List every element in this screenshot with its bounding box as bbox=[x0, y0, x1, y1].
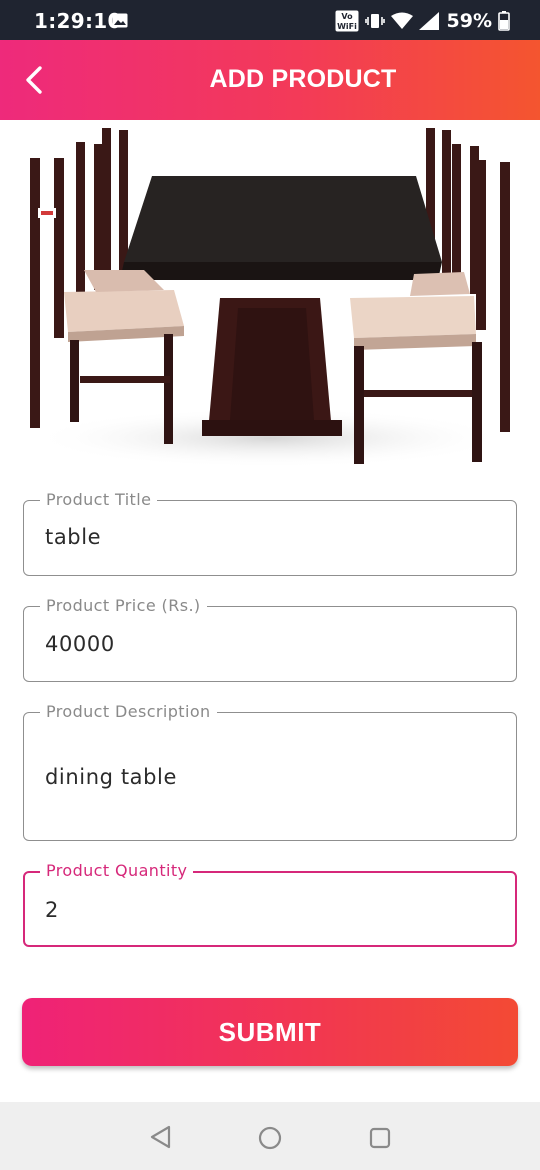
product-price-label: Product Price (Rs.) bbox=[40, 596, 207, 615]
product-description-input[interactable]: dining table bbox=[45, 765, 177, 789]
nav-home-icon[interactable] bbox=[257, 1125, 283, 1151]
vibrate-icon bbox=[364, 14, 385, 28]
status-bar: 1:29:10 Vo WiFi 59% bbox=[0, 0, 540, 40]
system-nav-bar bbox=[0, 1102, 540, 1170]
battery-percent: 59% bbox=[446, 10, 492, 32]
svg-text:WiFi: WiFi bbox=[337, 22, 357, 31]
product-price-input[interactable]: 40000 bbox=[45, 632, 115, 656]
product-quantity-input[interactable]: 2 bbox=[45, 898, 59, 922]
wifi-icon bbox=[390, 12, 413, 29]
product-description-label: Product Description bbox=[40, 702, 217, 721]
nav-recents-icon[interactable] bbox=[368, 1126, 392, 1150]
page-title: ADD PRODUCT bbox=[209, 65, 397, 93]
product-price-field[interactable]: Product Price (Rs.) 40000 bbox=[23, 596, 517, 682]
app-bar: ADD PRODUCT bbox=[0, 40, 540, 120]
status-time: 1:29:10 bbox=[34, 9, 122, 33]
product-quantity-field[interactable]: Product Quantity 2 bbox=[23, 861, 517, 947]
svg-text:Vo: Vo bbox=[341, 12, 353, 21]
gallery-icon bbox=[112, 13, 128, 28]
product-title-label: Product Title bbox=[40, 490, 158, 509]
product-title-input[interactable]: table bbox=[45, 525, 101, 549]
product-image[interactable] bbox=[24, 120, 516, 472]
status-icons: Vo WiFi 59% bbox=[335, 8, 510, 34]
submit-button[interactable]: SUBMIT bbox=[22, 998, 518, 1066]
volte-wifi-icon: Vo WiFi bbox=[335, 10, 359, 32]
product-quantity-label: Product Quantity bbox=[40, 861, 194, 880]
signal-icon bbox=[418, 12, 439, 30]
nav-back-icon[interactable] bbox=[148, 1124, 174, 1150]
battery-icon bbox=[498, 11, 510, 31]
product-title-field[interactable]: Product Title table bbox=[23, 490, 517, 576]
product-description-field[interactable]: Product Description dining table bbox=[23, 702, 517, 841]
